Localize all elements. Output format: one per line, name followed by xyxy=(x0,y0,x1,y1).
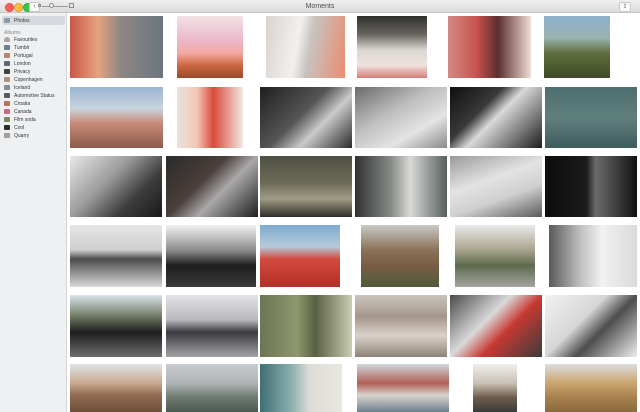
sidebar-item-album[interactable]: Film soda xyxy=(4,116,66,124)
heart-icon xyxy=(4,37,10,42)
sidebar-item-photos[interactable]: Photos xyxy=(4,17,66,25)
photo-blurred-street[interactable] xyxy=(260,156,352,217)
album-thumb-icon xyxy=(4,101,10,106)
album-thumb-icon xyxy=(4,93,10,98)
sidebar-item-label: Film soda xyxy=(14,117,36,123)
photo-cyclist-bw[interactable] xyxy=(355,87,447,148)
share-icon: ⇪ xyxy=(622,4,628,10)
photo-coast-rocks[interactable] xyxy=(70,87,163,148)
sidebar-item-label: Photos xyxy=(14,18,30,24)
sidebar-item-label: Tumblr xyxy=(14,45,30,51)
sidebar-item-label: Croatia xyxy=(14,101,31,107)
sidebar-item-album[interactable]: Portugal xyxy=(4,52,66,60)
sidebar-item-label: Canada xyxy=(14,109,32,115)
photo-hand-phone-bw[interactable] xyxy=(260,87,352,148)
photo-green-hill[interactable] xyxy=(544,16,610,78)
album-thumb-icon xyxy=(4,53,10,58)
sidebar-item-album[interactable]: Favourites xyxy=(4,36,66,44)
photo-street-storefront[interactable] xyxy=(355,156,447,217)
sidebar-item-label: Quarry xyxy=(14,133,30,139)
photo-phone-hands-dark[interactable] xyxy=(166,156,258,217)
sidebar-item-album[interactable]: Croatia xyxy=(4,100,66,108)
title-bar: ‹ Moments ⇪ xyxy=(0,0,640,13)
photo-red-bus[interactable] xyxy=(260,225,340,287)
photo-desert-light-leak[interactable] xyxy=(177,87,243,148)
photo-pink-sunset-horizon[interactable] xyxy=(177,16,243,78)
photo-white-staircase[interactable] xyxy=(266,16,345,78)
photo-living-room-tv[interactable] xyxy=(70,225,162,287)
sidebar-item-label: London xyxy=(14,61,31,67)
photos-icon xyxy=(4,18,10,23)
photo-city-rooftops[interactable] xyxy=(357,364,449,412)
photo-misty-coast[interactable] xyxy=(166,364,258,412)
sidebar-item-album[interactable]: Copenhagen xyxy=(4,76,66,84)
album-thumb-icon xyxy=(4,69,10,74)
sidebar-item-label: Automotive Status xyxy=(14,93,55,99)
photo-bicycles-window[interactable] xyxy=(166,225,256,287)
photo-architecture-bw[interactable] xyxy=(450,87,542,148)
sidebar-item-album[interactable]: Iceland xyxy=(4,84,66,92)
sidebar-item-album[interactable]: Quarry xyxy=(4,132,66,140)
sidebar-item-album[interactable]: Automotive Status xyxy=(4,92,66,100)
sidebar-item-label: Iceland xyxy=(14,85,31,91)
photo-woman-backpack[interactable] xyxy=(448,16,531,78)
photo-road-figure[interactable] xyxy=(473,364,517,412)
photo-dark-window[interactable] xyxy=(545,156,637,217)
app-window: ‹ Moments ⇪ Photos Albums Favourites Tumb… xyxy=(0,0,640,412)
sidebar-item-album[interactable]: Cool xyxy=(4,124,66,132)
photo-pallet-stacks[interactable] xyxy=(545,364,637,412)
album-thumb-icon xyxy=(4,45,10,50)
album-thumb-icon xyxy=(4,61,10,66)
photo-motorbike-red[interactable] xyxy=(450,295,542,357)
sidebar-item-label: Favourites xyxy=(14,37,38,43)
sidebar: Photos Albums Favourites Tumblr Portugal Lo… xyxy=(0,13,67,412)
sidebar-item-album[interactable]: Canada xyxy=(4,108,66,116)
window-title: Moments xyxy=(305,3,335,10)
album-thumb-icon xyxy=(4,109,10,114)
sidebar-item-album[interactable]: Tumblr xyxy=(4,44,66,52)
album-thumb-icon xyxy=(4,77,10,82)
album-thumb-icon xyxy=(4,133,10,138)
photo-room-curtains[interactable] xyxy=(549,225,637,287)
album-thumb-icon xyxy=(4,125,10,130)
photo-car-street-light-leak[interactable] xyxy=(70,16,163,78)
photo-pier-sea[interactable] xyxy=(166,295,258,357)
photo-garage-trees[interactable] xyxy=(70,295,162,357)
share-button[interactable]: ⇪ xyxy=(619,2,631,12)
sidebar-item-label: Privacy xyxy=(14,69,31,75)
sidebar-item-label: Cool xyxy=(14,125,25,131)
photo-terrace-plants[interactable] xyxy=(455,225,535,287)
photo-people-walking[interactable] xyxy=(355,295,447,357)
album-thumb-icon xyxy=(4,117,10,122)
photo-teal-water[interactable] xyxy=(545,87,637,148)
sidebar-item-album[interactable]: Privacy xyxy=(4,68,66,76)
photo-green-wall-lamp[interactable] xyxy=(260,295,352,357)
photo-white-building-bw[interactable] xyxy=(545,295,637,357)
photo-white-car-bw[interactable] xyxy=(450,156,542,217)
sidebar-item-label: Portugal xyxy=(14,53,33,59)
photo-quarry-mountain[interactable] xyxy=(70,364,162,412)
photo-teal-facade[interactable] xyxy=(260,364,342,412)
album-thumb-icon xyxy=(4,85,10,90)
photo-grid xyxy=(67,13,640,412)
photo-garden-shed[interactable] xyxy=(361,225,439,287)
sidebar-item-label: Copenhagen xyxy=(14,77,43,83)
photo-hand-lighter-bw[interactable] xyxy=(70,156,162,217)
sidebar-item-album[interactable]: London xyxy=(4,60,66,68)
photo-cliff-ocean[interactable] xyxy=(357,16,427,78)
